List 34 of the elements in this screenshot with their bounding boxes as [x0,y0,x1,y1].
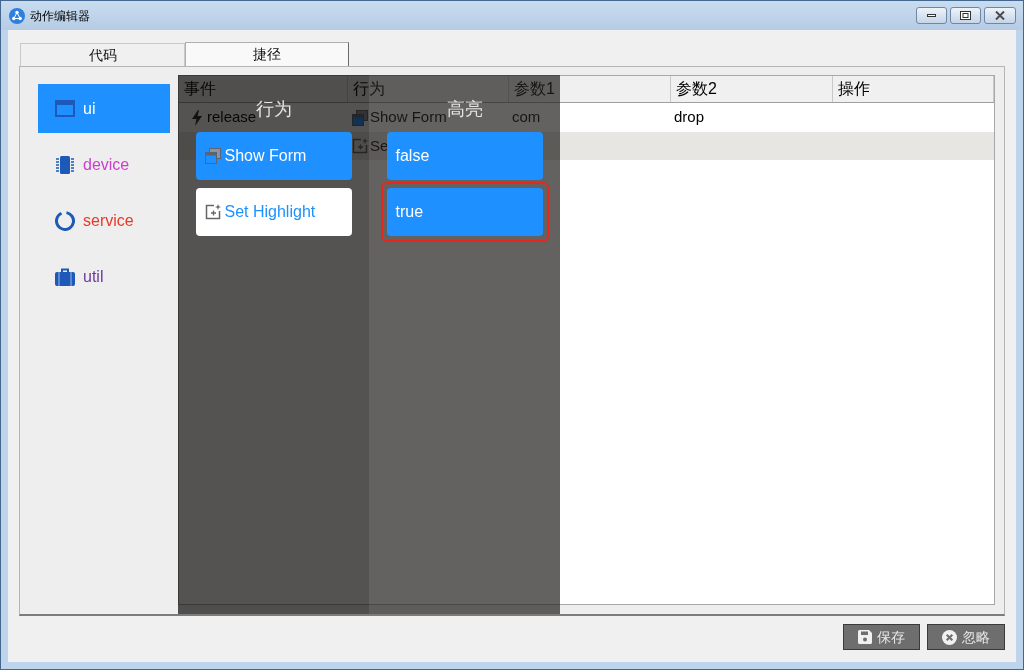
tab[interactable]: 捷径 [185,42,349,66]
option-button[interactable]: true [386,188,543,236]
briefcase-icon [55,267,75,286]
column-header: 参数2 [671,76,833,102]
table-cell-text: drop [674,107,705,128]
save-button[interactable]: 保存 [843,624,920,650]
ring-icon [55,210,75,231]
window-title: 动作编辑器 [30,8,90,23]
category-item[interactable]: util [38,252,170,301]
app-icon [9,7,25,24]
option-button[interactable]: false [386,132,543,180]
chip-icon [55,154,75,175]
close-circle-icon [942,629,957,645]
sparkle-square-icon [204,204,221,220]
tab[interactable]: 代码 [20,43,185,66]
ignore-button[interactable]: 忽略 [927,624,1005,650]
option-button[interactable]: Show Form [195,132,352,180]
table-cell-text: com [512,107,541,128]
window-icon [55,100,75,117]
category-item[interactable]: device [38,140,170,189]
category-item[interactable]: ui [38,84,170,133]
close-icon [995,11,1005,20]
option-button[interactable]: Set Highlight [195,188,352,236]
column-header: 操作 [833,76,994,102]
stacked-windows-icon [204,148,221,164]
category-item[interactable]: service [38,196,170,245]
maximize-button[interactable] [950,7,981,24]
table-cell-text: release [207,108,257,128]
minimize-icon [927,14,936,17]
minimize-button[interactable] [916,7,947,24]
table-cell-text: Se [370,135,389,156]
close-button[interactable] [984,7,1016,24]
maximize-icon [960,11,971,20]
table-cell-text: Show Form [370,107,447,128]
